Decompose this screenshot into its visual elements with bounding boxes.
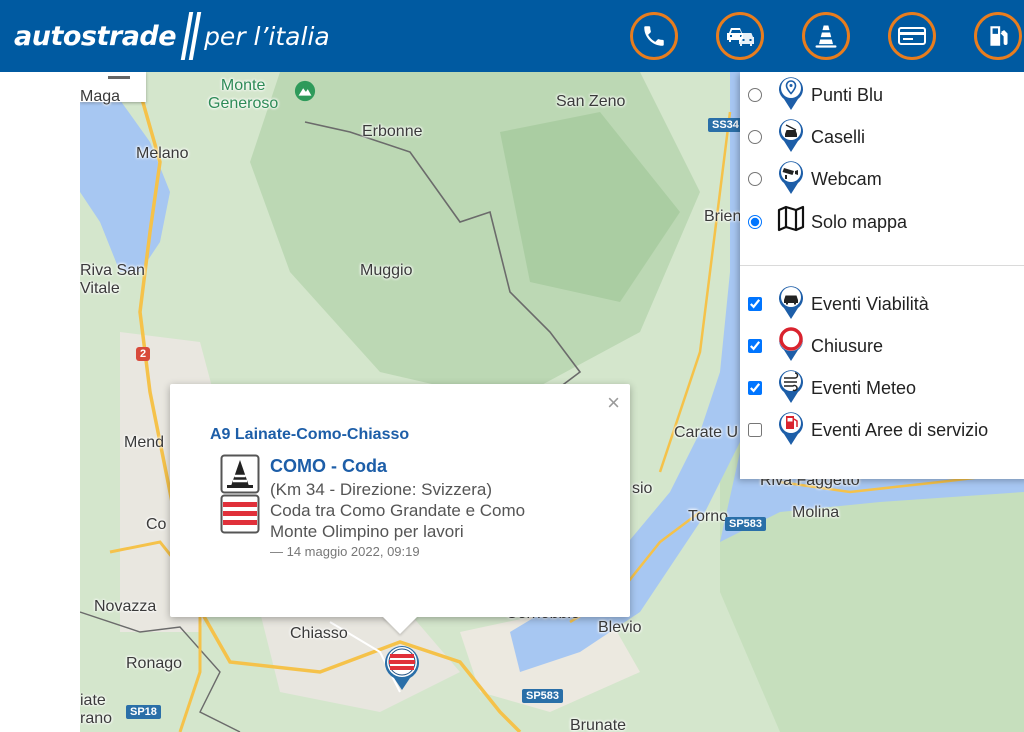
layer-option-caselli[interactable]: Caselli (740, 117, 1024, 157)
road-shield-sp583: SP583 (725, 517, 767, 531)
logo-tagline: per l’italia (204, 21, 330, 51)
closure-pin-icon (779, 327, 803, 361)
checkbox-aree-servizio[interactable] (748, 423, 762, 437)
traffic-button[interactable] (716, 12, 764, 60)
toll-booth-pin-icon (779, 119, 803, 152)
layer-panel: Punti Blu Caselli Webcam Solo mappa Even… (740, 72, 1024, 479)
fuel-pump-icon (990, 26, 1008, 46)
layer-option-aree-servizio[interactable]: Eventi Aree di servizio (740, 410, 1024, 450)
top-header: autostrade per l’italia (0, 0, 1024, 72)
map-label-erbonne: Erbonne (362, 123, 423, 140)
layer-option-eventi-meteo[interactable]: Eventi Meteo (740, 368, 1024, 408)
layer-label-webcam: Webcam (811, 168, 882, 189)
traffic-event-pin-icon (779, 286, 803, 319)
map-label-riva-san-vitale: Riva San Vitale (80, 262, 145, 297)
road-shield-ss34: SS34 (708, 118, 743, 132)
map-label-maga: Maga (80, 88, 121, 105)
app-root: autostrade per l’italia Monte Generoso M… (0, 0, 1024, 732)
checkbox-chiusure[interactable] (748, 339, 762, 353)
service-area-pin-icon (779, 412, 803, 445)
map-label-blevio: Blevio (598, 619, 642, 636)
layer-option-solo-mappa[interactable]: Solo mappa (740, 202, 1024, 242)
logo-brand: autostrade (14, 20, 177, 52)
popup-description-line1: Coda tra Como Grandate e Como (270, 501, 526, 520)
mountain-icon (294, 80, 316, 102)
roadworks-button[interactable] (802, 12, 850, 60)
checkbox-eventi-meteo[interactable] (748, 381, 762, 395)
webcam-pin-icon (779, 161, 803, 194)
traffic-icon (727, 28, 754, 46)
checkbox-eventi-viabilita[interactable] (748, 297, 762, 311)
road-shield-sp583-south: SP583 (522, 689, 564, 703)
layer-label-punti-blu: Punti Blu (811, 84, 884, 105)
popup-pointer (382, 616, 418, 634)
punti-blu-pin-icon (779, 77, 803, 110)
popup-close-button[interactable]: × (607, 392, 620, 414)
map-label-mend: Mend (124, 434, 165, 451)
panel-divider (740, 265, 1024, 266)
radio-punti-blu[interactable] (748, 88, 762, 102)
map-label-co: Co (146, 516, 167, 533)
logo-separator (180, 12, 202, 60)
road-shield-2: 2 (136, 347, 151, 361)
layer-label-eventi-meteo: Eventi Meteo (811, 377, 917, 398)
popup-road-name: A9 Lainate-Como-Chiasso (210, 426, 410, 443)
radio-webcam[interactable] (748, 172, 762, 186)
map-label-brien: Brien (704, 208, 742, 225)
map-label-ronago: Ronago (126, 655, 183, 672)
zoom-out-icon[interactable] (108, 76, 130, 79)
map-label-san-zeno: San Zeno (556, 93, 626, 110)
layer-option-eventi-viabilita[interactable]: Eventi Viabilità (740, 284, 1024, 324)
map-label-novazza: Novazza (94, 598, 157, 615)
event-marker-queue[interactable] (382, 642, 422, 692)
map-label-chiasso: Chiasso (290, 625, 348, 642)
card-payment-icon (898, 27, 926, 45)
autostrade-logo[interactable]: autostrade per l’italia (14, 10, 330, 62)
layer-option-webcam[interactable]: Webcam (740, 159, 1024, 199)
radio-solo-mappa[interactable] (748, 215, 762, 229)
layer-label-caselli: Caselli (811, 126, 866, 147)
layer-option-punti-blu[interactable]: Punti Blu (740, 75, 1024, 115)
road-shield-sp18: SP18 (126, 705, 161, 719)
layer-label-solo-mappa: Solo mappa (811, 211, 908, 232)
map-label-muggio: Muggio (360, 262, 413, 279)
radio-caselli[interactable] (748, 130, 762, 144)
map-label-sio: sio (632, 480, 653, 497)
layer-label-aree-servizio: Eventi Aree di servizio (811, 419, 989, 440)
payment-button[interactable] (888, 12, 936, 60)
phone-button[interactable] (630, 12, 678, 60)
popup-icons (220, 454, 260, 539)
map-icon (777, 205, 805, 232)
popup-km-direction: (Km 34 - Direzione: Svizzera) (270, 480, 493, 499)
popup-event-title: COMO - Coda (270, 456, 387, 476)
phone-icon (644, 26, 664, 46)
map-label-monte-generoso: Monte Generoso (208, 77, 279, 112)
map-label-molina: Molina (792, 504, 840, 521)
popup-description-line2: Monte Olimpino per lavori (270, 522, 464, 541)
map-label-iate-rano: iate rano (80, 692, 113, 727)
map-label-torno: Torno (688, 508, 729, 525)
roadworks-cone-icon (815, 25, 837, 48)
map-label-brunate: Brunate (570, 717, 627, 732)
layer-label-eventi-viabilita: Eventi Viabilità (811, 293, 929, 314)
event-popup: × A9 Lainate-Como-Chiasso COMO - Coda (K… (170, 384, 630, 617)
layer-label-chiusure: Chiusure (811, 335, 884, 356)
fuel-button[interactable] (974, 12, 1022, 60)
roadworks-queue-icon (220, 454, 260, 534)
popup-timestamp: — 14 maggio 2022, 09:19 (270, 544, 420, 559)
map-label-melano: Melano (136, 145, 189, 162)
weather-pin-icon (779, 370, 803, 403)
map-label-carate: Carate U (674, 424, 739, 441)
layer-option-chiusure[interactable]: Chiusure (740, 326, 1024, 366)
